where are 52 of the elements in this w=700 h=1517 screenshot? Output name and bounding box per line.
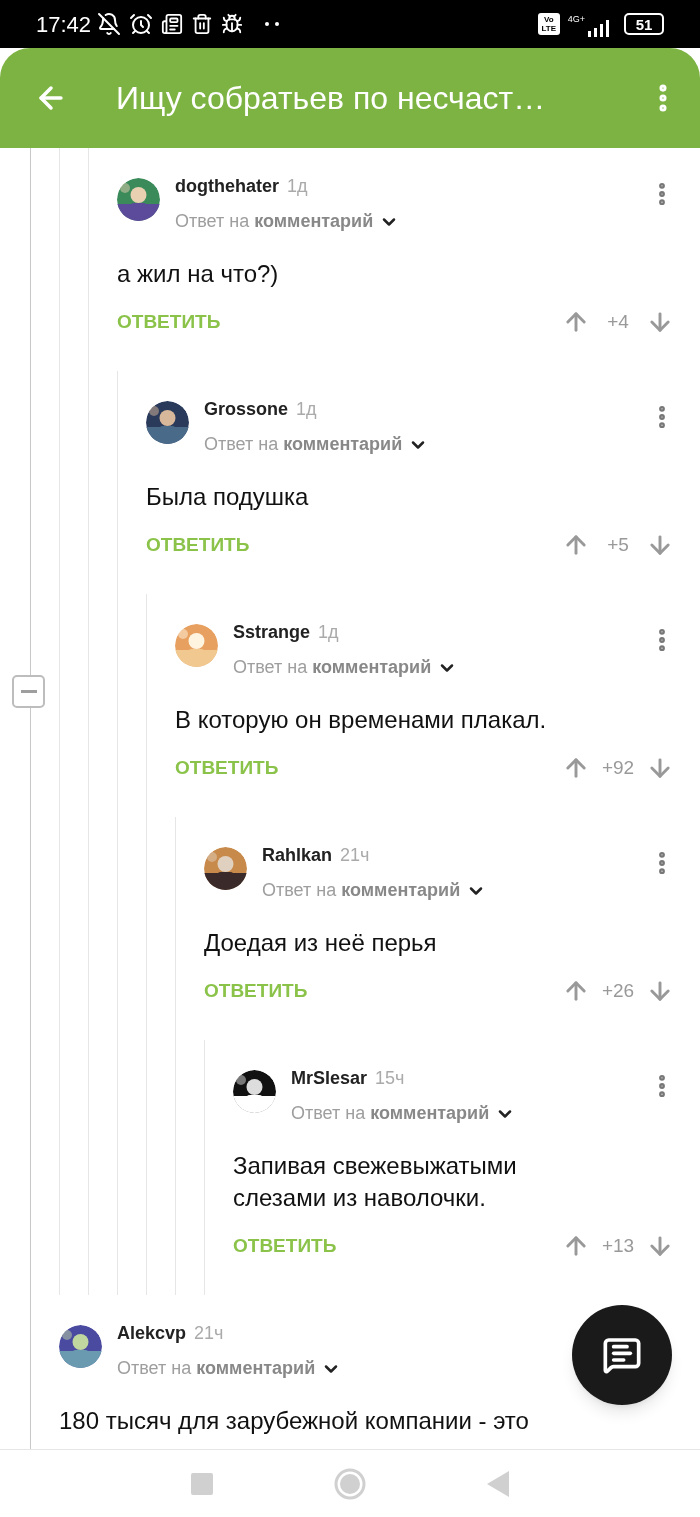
author-name[interactable]: MrSlesar [291, 1065, 368, 1092]
network-type: 4G+ [567, 13, 585, 26]
collapse-button[interactable] [12, 675, 45, 708]
comment-text: Была подушка [146, 482, 310, 512]
comment-time: 1д [318, 621, 339, 644]
reply-to-text[interactable]: Ответ на комментарий [291, 1100, 490, 1127]
comment-icon [602, 1335, 642, 1375]
comment-time: 1д [296, 398, 317, 421]
home-icon[interactable] [334, 1467, 366, 1500]
comment-time: 21ч [340, 844, 370, 867]
author-name[interactable]: dogthehater [175, 173, 279, 200]
score: +5 [606, 532, 630, 557]
reply-button[interactable]: ОТВЕТИТЬ [117, 307, 221, 337]
page-title: Ищу собратьев по несчаст… [116, 79, 547, 118]
trash-icon [191, 13, 214, 35]
reply-to-text[interactable]: Ответ на комментарий [233, 654, 432, 681]
muted-bell-icon [97, 12, 122, 36]
reply-to-text[interactable]: Ответ на комментарий [204, 431, 403, 458]
volte-badge: Vo LTE [537, 13, 560, 35]
reply-button[interactable]: ОТВЕТИТЬ [233, 1231, 337, 1261]
reply-button[interactable]: ОТВЕТИТЬ [175, 753, 279, 783]
more-notifications-icon [265, 22, 280, 26]
score: +26 [600, 978, 636, 1003]
bug-icon [221, 13, 244, 35]
signal-icon [586, 17, 612, 37]
comment-time: 21ч [194, 1322, 224, 1345]
reply-to-text[interactable]: Ответ на комментарий [117, 1355, 316, 1382]
comment-text: а жил на что?) [117, 259, 280, 289]
comment-text: Запивая свежевыжатыми слезами из наволочки. [233, 1151, 518, 1213]
minus-icon [20, 690, 37, 693]
recents-icon[interactable] [190, 1472, 213, 1495]
reply-button[interactable]: ОТВЕТИТЬ [146, 530, 250, 560]
alarm-icon [129, 12, 154, 36]
comment-text: В которую он временами плакал. [175, 705, 548, 735]
author-name[interactable]: Grossone [204, 396, 289, 423]
reply-button[interactable]: ОТВЕТИТЬ [204, 976, 308, 1006]
score: +92 [600, 755, 636, 780]
comment-text: 180 тысяч для зарубежной компании - это [59, 1406, 530, 1436]
reply-to-text[interactable]: Ответ на комментарий [175, 208, 374, 235]
back-nav-icon[interactable] [487, 1470, 510, 1497]
comment-time: 1д [287, 175, 308, 198]
clock: 17:42 [36, 10, 92, 39]
author-name[interactable]: Alekcvp [117, 1320, 187, 1347]
score: +13 [600, 1233, 636, 1258]
comment-text: Доедая из неё перья [204, 928, 438, 958]
author-name[interactable]: Rahlkan [262, 842, 333, 869]
reply-to-text[interactable]: Ответ на комментарий [262, 877, 461, 904]
comment-time: 15ч [375, 1067, 405, 1090]
author-name[interactable]: Sstrange [233, 619, 311, 646]
score: +4 [606, 309, 630, 334]
battery-indicator: 51 [624, 13, 664, 35]
news-icon [161, 13, 184, 35]
